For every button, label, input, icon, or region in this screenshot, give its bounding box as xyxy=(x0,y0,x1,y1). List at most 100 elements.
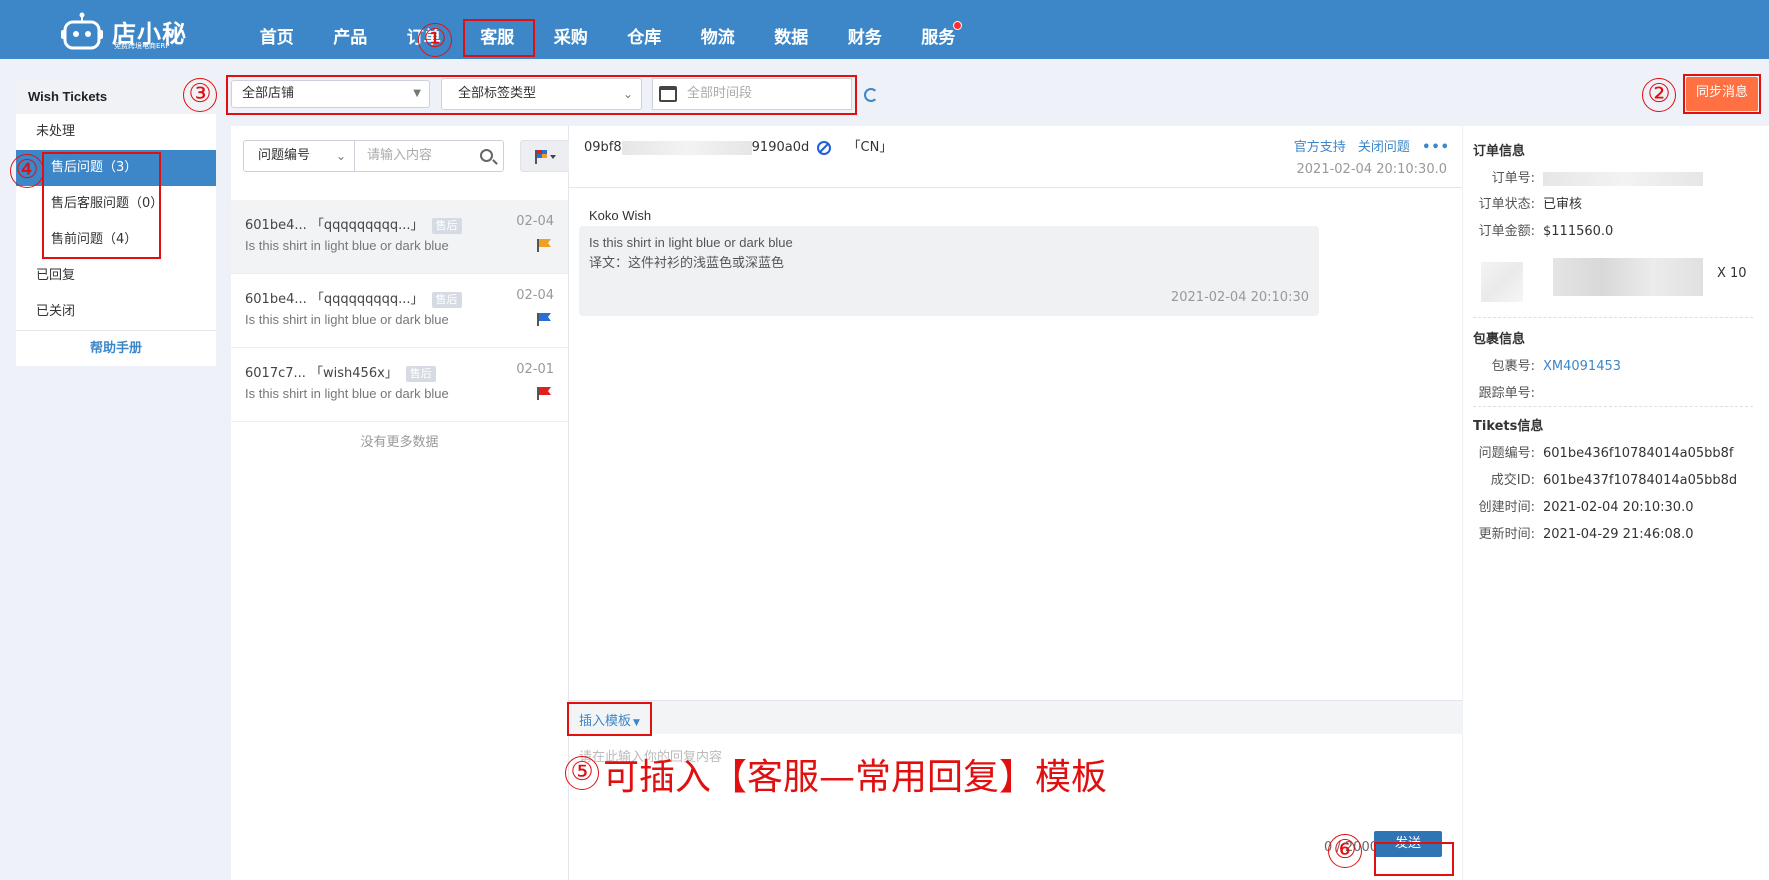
nav-home[interactable]: 首页 xyxy=(240,0,314,59)
nav-customer-service[interactable]: 客服 xyxy=(461,0,535,59)
nav-data[interactable]: 数据 xyxy=(755,0,829,59)
order-status-label: 订单状态: xyxy=(1478,197,1535,212)
package-info-title: 包裹信息 xyxy=(1473,332,1526,347)
ticket-row-title-text: 601be4... 「qqqqqqqqq...」 xyxy=(245,292,424,307)
created-time-value: 2021-02-04 20:10:30.0 xyxy=(1543,500,1694,515)
brand-slogan: 免费跨境电商ERP xyxy=(114,42,170,50)
block-icon xyxy=(817,140,832,155)
issue-number-select-value: 问题编号 xyxy=(258,148,311,163)
ticket-row-message: Is this shirt in light blue or dark blue xyxy=(245,312,449,327)
issue-number-select[interactable]: 问题编号 ⌄ xyxy=(243,140,355,172)
ticket-row-title: 601be4... 「qqqqqqqqq...」 售后 xyxy=(245,288,462,308)
ticket-row[interactable]: 601be4... 「qqqqqqqqq...」 售后 02-04 Is this… xyxy=(231,274,568,348)
ticket-id: 09bf8 9190a0d 「CN」 xyxy=(584,136,892,155)
official-support-link[interactable]: 官方支持 xyxy=(1294,140,1346,155)
ticket-row-date: 02-01 xyxy=(516,362,554,377)
sidebar-item-pre-sales[interactable]: 售前问题（4） xyxy=(16,222,216,258)
nav-logistics[interactable]: 物流 xyxy=(681,0,755,59)
sidebar-item-replied[interactable]: 已回复 xyxy=(16,258,216,294)
flag-filter-icon xyxy=(535,150,556,164)
nav-finance[interactable]: 财务 xyxy=(828,0,902,59)
annotation-number-1: ① xyxy=(418,23,452,57)
product-thumbnail[interactable] xyxy=(1481,262,1523,302)
refresh-icon[interactable] xyxy=(864,88,878,102)
ticket-tag-badge: 售后 xyxy=(431,292,462,308)
order-number-label: 订单号: xyxy=(1491,171,1535,186)
store-select[interactable]: 全部店铺 ▼ xyxy=(231,80,430,108)
caret-down-icon: ▼ xyxy=(413,88,421,99)
robot-logo-icon xyxy=(61,12,103,50)
issue-number-row: 问题编号: 601be436f10784014a05bb8f xyxy=(1463,442,1763,461)
ticket-id-start: 09bf8 xyxy=(584,140,622,155)
message-translation: 译文：这件衬衫的浅蓝色或深蓝色 xyxy=(589,256,785,271)
calendar-icon xyxy=(659,86,677,102)
divider xyxy=(1473,406,1753,407)
sender-name: Koko Wish xyxy=(589,208,652,223)
ticket-row-date: 02-04 xyxy=(516,214,554,229)
product-quantity: X 10 xyxy=(1717,266,1747,281)
send-button[interactable]: 发送 xyxy=(1374,831,1442,857)
conversation-actions: 官方支持 关闭问题 ••• xyxy=(1286,136,1450,155)
ticket-row-title: 601be4... 「qqqqqqqqq...」 售后 xyxy=(245,214,462,234)
ticket-id-end: 9190a0d xyxy=(751,140,810,155)
ticket-search-input[interactable]: 请输入内容 xyxy=(354,140,504,172)
tickets-info-title: Tikets信息 xyxy=(1473,419,1544,434)
order-info-panel: 订单信息 订单号: 订单状态: 已审核 订单金额: $111560.0 X 10 包… xyxy=(1463,126,1769,880)
order-status-row: 订单状态: 已审核 xyxy=(1463,193,1763,212)
store-select-value: 全部店铺 xyxy=(242,86,295,101)
annotation-number-2: ② xyxy=(1642,78,1676,112)
package-number-link[interactable]: XM4091453 xyxy=(1543,359,1621,374)
reply-toolbar: 插入模板 ▼ xyxy=(569,700,1462,734)
tag-type-select-value: 全部标签类型 xyxy=(458,86,537,101)
flag-icon[interactable] xyxy=(536,312,552,326)
chevron-down-icon: ⌄ xyxy=(622,87,633,101)
created-time-label: 创建时间: xyxy=(1478,500,1535,515)
sync-messages-button[interactable]: 同步消息 xyxy=(1686,77,1758,111)
logo[interactable]: 店小秘 免费跨境电商ERP xyxy=(60,8,190,52)
nav-services[interactable]: 服务 xyxy=(902,0,976,59)
created-time-row: 创建时间: 2021-02-04 20:10:30.0 xyxy=(1463,496,1763,515)
annotation-number-6: ⑥ xyxy=(1328,834,1362,868)
notification-dot-icon xyxy=(953,21,962,30)
top-nav-bar: 店小秘 免费跨境电商ERP 首页 产品 订单 客服 采购 仓库 物流 数据 财务… xyxy=(0,0,1769,59)
issue-number-value: 601be436f10784014a05bb8f xyxy=(1543,446,1734,461)
sidebar: Wish Tickets 未处理 售后问题（3） 售后客服问题（0） 售前问题（… xyxy=(16,80,216,366)
country-code: 「CN」 xyxy=(847,140,893,155)
annotation-number-5: ⑤ xyxy=(565,756,599,790)
nav-products[interactable]: 产品 xyxy=(314,0,388,59)
no-more-data-text: 没有更多数据 xyxy=(360,435,439,450)
updated-time-label: 更新时间: xyxy=(1478,527,1535,542)
more-icon[interactable]: ••• xyxy=(1422,140,1450,155)
sidebar-item-closed[interactable]: 已关闭 xyxy=(16,294,216,330)
ticket-row-message: Is this shirt in light blue or dark blue xyxy=(245,386,449,401)
order-amount-label: 订单金额: xyxy=(1478,224,1535,239)
tracking-number-label: 跟踪单号: xyxy=(1478,386,1535,401)
sidebar-item-after-sales-service[interactable]: 售后客服问题（0） xyxy=(16,186,216,222)
annotation-number-4: ④ xyxy=(10,154,44,188)
caret-down-icon: ▼ xyxy=(633,718,640,728)
nav-purchase[interactable]: 采购 xyxy=(534,0,608,59)
tag-type-select[interactable]: 全部标签类型 ⌄ xyxy=(441,78,642,110)
package-number-label: 包裹号: xyxy=(1491,359,1535,374)
issue-number-label: 问题编号: xyxy=(1478,446,1535,461)
date-range-field[interactable]: 全部时间段 xyxy=(652,78,852,110)
nav-warehouse[interactable]: 仓库 xyxy=(608,0,682,59)
ticket-row-date: 02-04 xyxy=(516,288,554,303)
sidebar-item-unprocessed[interactable]: 未处理 xyxy=(16,114,216,150)
ticket-row[interactable]: 601be4... 「qqqqqqqqq...」 售后 02-04 Is this… xyxy=(231,200,568,274)
conversation-time: 2021-02-04 20:10:30.0 xyxy=(1296,162,1447,177)
ticket-row[interactable]: 6017c7... 「wish456x」 售后 02-01 Is this shi… xyxy=(231,348,568,422)
sidebar-item-after-sales[interactable]: 售后问题（3） xyxy=(16,150,216,186)
redacted-text xyxy=(1543,171,1703,186)
redacted-text xyxy=(621,140,752,155)
ticket-row-title-text: 6017c7... 「wish456x」 xyxy=(245,366,398,381)
help-manual-link[interactable]: 帮助手册 xyxy=(16,330,216,366)
divider xyxy=(1473,317,1753,318)
search-icon[interactable] xyxy=(480,149,493,162)
flag-filter-button[interactable] xyxy=(520,140,570,172)
insert-template-dropdown[interactable]: 插入模板 ▼ xyxy=(579,710,640,729)
flag-icon[interactable] xyxy=(536,386,552,400)
flag-icon[interactable] xyxy=(536,238,552,252)
message-bubble: Is this shirt in light blue or dark blue… xyxy=(579,226,1319,316)
close-issue-link[interactable]: 关闭问题 xyxy=(1358,140,1410,155)
